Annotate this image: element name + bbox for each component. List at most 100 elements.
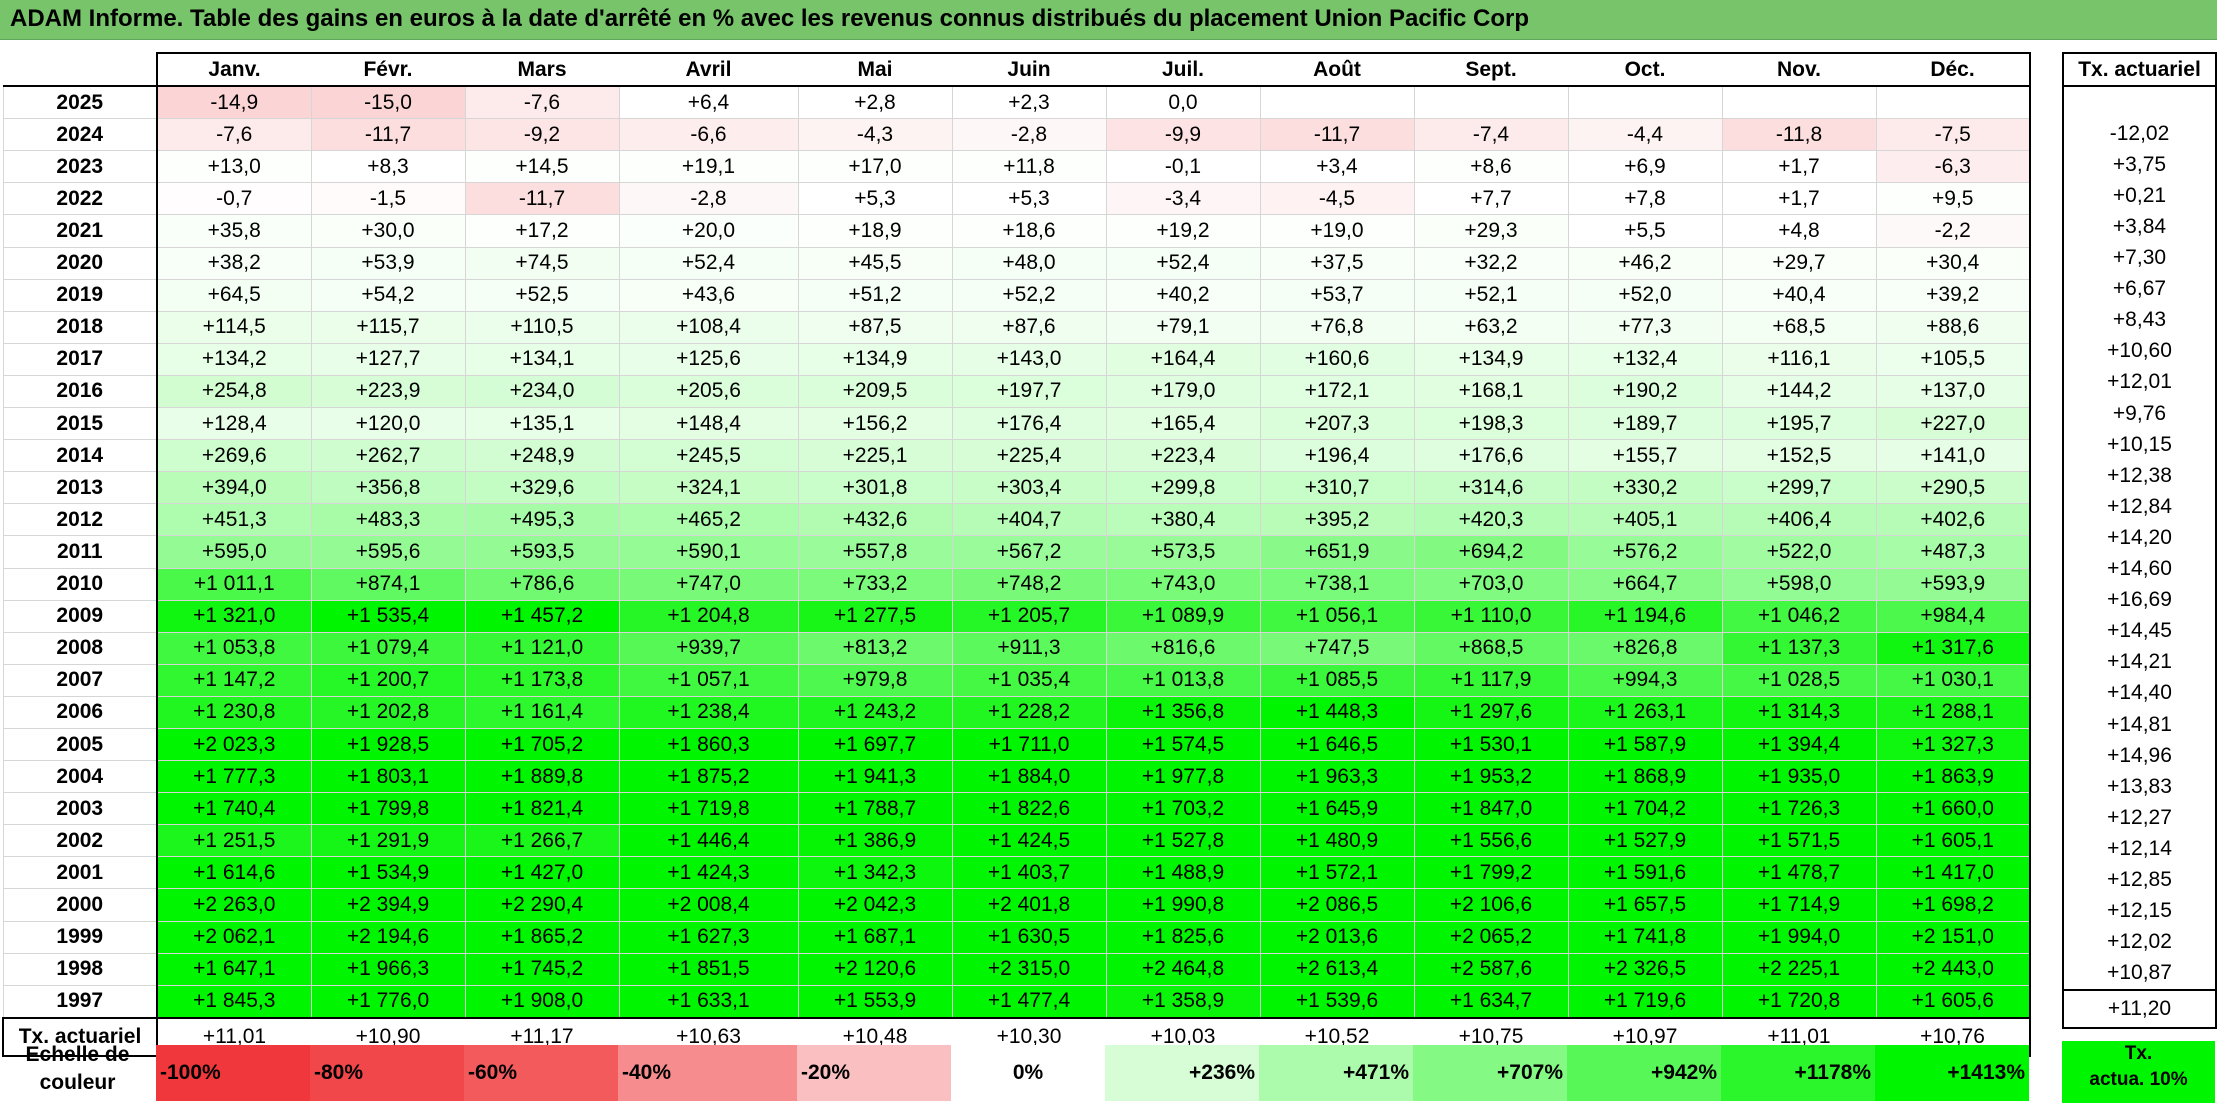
value-cell: +5,5 — [1567, 214, 1723, 248]
value-cell: +1 935,0 — [1721, 760, 1877, 794]
table-row: 2014 +269,6 +262,7 +248,9 +245,5 +225,1 +225,4… — [2, 439, 2031, 473]
table-row: 2017 +134,2 +127,7 +134,1 +125,6 +134,9 +143,0… — [2, 342, 2031, 376]
value-cell: +227,0 — [1875, 407, 2031, 441]
value-cell: -14,9 — [156, 85, 312, 120]
value-cell: +2 013,6 — [1259, 920, 1415, 954]
value-cell: -11,7 — [310, 118, 466, 152]
value-cell: +135,1 — [464, 407, 620, 441]
value-cell: +911,3 — [951, 631, 1107, 665]
table-row: 2016 +254,8 +223,9 +234,0 +205,6 +209,5 +197,7… — [2, 374, 2031, 409]
value-cell: +2 290,4 — [464, 888, 620, 922]
tx-actuariel-cell: +13,83 — [2062, 771, 2217, 803]
tx-actuariel-cell: +10,15 — [2062, 429, 2217, 461]
value-cell: +1 057,1 — [618, 663, 799, 697]
value-cell: +108,4 — [618, 310, 799, 344]
tx-actuariel-cell: +14,45 — [2062, 615, 2217, 647]
value-cell: +2 008,4 — [618, 888, 799, 922]
value-cell: +152,5 — [1721, 439, 1877, 473]
value-cell — [1413, 85, 1569, 120]
value-cell: +590,1 — [618, 535, 799, 569]
value-cell: +595,0 — [156, 535, 312, 569]
value-cell: +110,5 — [464, 310, 620, 344]
value-cell: +1 687,1 — [797, 920, 953, 954]
year-cell: 1997 — [2, 984, 158, 1019]
value-cell: +1 488,9 — [1105, 856, 1261, 890]
value-cell: +1 277,5 — [797, 599, 953, 633]
value-cell: -9,2 — [464, 118, 620, 152]
year-cell: 2020 — [2, 246, 158, 280]
value-cell: +747,0 — [618, 567, 799, 601]
value-cell: +2,8 — [797, 85, 953, 120]
value-cell: +826,8 — [1567, 631, 1723, 665]
value-cell: +2,3 — [951, 85, 1107, 120]
value-cell: +134,2 — [156, 342, 312, 376]
value-cell: +1 627,3 — [618, 920, 799, 954]
value-cell: +234,0 — [464, 374, 620, 409]
value-cell: +127,7 — [310, 342, 466, 376]
table-row: 2011 +595,0 +595,6 +593,5 +590,1 +557,8 +567,2… — [2, 535, 2031, 569]
value-cell: -4,3 — [797, 118, 953, 152]
value-cell: +1 705,2 — [464, 727, 620, 762]
value-cell: +1 477,4 — [951, 984, 1107, 1019]
year-cell: 2009 — [2, 599, 158, 633]
value-cell: +68,5 — [1721, 310, 1877, 344]
value-cell: +1 863,9 — [1875, 760, 2031, 794]
value-cell: +19,2 — [1105, 214, 1261, 248]
value-cell: +269,6 — [156, 439, 312, 473]
value-cell: +195,7 — [1721, 407, 1877, 441]
value-cell: -4,4 — [1567, 118, 1723, 152]
tx-actuariel-cell: +12,14 — [2062, 833, 2217, 865]
value-cell: +1 230,8 — [156, 695, 312, 729]
value-cell — [1567, 85, 1723, 120]
value-cell: +1 994,0 — [1721, 920, 1877, 954]
year-cell: 1999 — [2, 920, 158, 954]
value-cell: +1 875,2 — [618, 760, 799, 794]
tx-actuariel-cell: +12,27 — [2062, 802, 2217, 834]
page-title: ADAM Informe. Table des gains en euros à… — [10, 5, 1530, 32]
value-cell: +74,5 — [464, 246, 620, 280]
value-cell: +1 799,2 — [1413, 856, 1569, 890]
value-cell: +29,3 — [1413, 214, 1569, 248]
tx-actuariel-cell: +3,84 — [2062, 211, 2217, 243]
value-cell: +1 427,0 — [464, 856, 620, 890]
value-cell: -15,0 — [310, 85, 466, 120]
table-row: 2004 +1 777,3 +1 803,1 +1 889,8 +1 875,2 +1 9… — [2, 760, 2031, 794]
value-cell: +595,6 — [310, 535, 466, 569]
value-cell: +38,2 — [156, 246, 312, 280]
value-cell: +2 587,6 — [1413, 952, 1569, 986]
year-cell: 2000 — [2, 888, 158, 922]
value-cell: +1 711,0 — [951, 727, 1107, 762]
value-cell: +245,5 — [618, 439, 799, 473]
value-cell: +1 660,0 — [1875, 792, 2031, 826]
tx-actuariel-cell: +14,40 — [2062, 677, 2217, 709]
value-cell: +2 394,9 — [310, 888, 466, 922]
value-cell: +1 822,6 — [951, 792, 1107, 826]
value-cell: -11,7 — [464, 182, 620, 216]
value-cell: +1 056,1 — [1259, 599, 1415, 633]
value-cell: 0,0 — [1105, 85, 1261, 120]
value-cell: -7,4 — [1413, 118, 1569, 152]
month-header: Févr. — [311, 51, 465, 88]
year-cell: 2013 — [2, 471, 158, 505]
value-cell: +2 151,0 — [1875, 920, 2031, 954]
value-cell: +160,6 — [1259, 342, 1415, 376]
value-cell: +6,9 — [1567, 150, 1723, 184]
tx-actuariel-cell: +16,69 — [2062, 584, 2217, 616]
value-cell: +32,2 — [1413, 246, 1569, 280]
value-cell: +156,2 — [797, 407, 953, 441]
value-cell: +1 527,8 — [1105, 824, 1261, 858]
table-row: 1999 +2 062,1 +2 194,6 +1 865,2 +1 627,3 +1 6… — [2, 920, 2031, 954]
value-cell: +1 424,3 — [618, 856, 799, 890]
value-cell: +43,6 — [618, 278, 799, 312]
value-cell: +939,7 — [618, 631, 799, 665]
value-cell: +1 314,3 — [1721, 695, 1877, 729]
value-cell: +155,7 — [1567, 439, 1723, 473]
value-cell: +190,2 — [1567, 374, 1723, 409]
value-cell: +53,9 — [310, 246, 466, 280]
value-cell: +1 719,8 — [618, 792, 799, 826]
month-header: Déc. — [1876, 51, 2031, 88]
value-cell: +1 228,2 — [951, 695, 1107, 729]
value-cell: +52,4 — [618, 246, 799, 280]
value-cell: +1 417,0 — [1875, 856, 2031, 890]
table-row: 2006 +1 230,8 +1 202,8 +1 161,4 +1 238,4 +1 2… — [2, 695, 2031, 729]
